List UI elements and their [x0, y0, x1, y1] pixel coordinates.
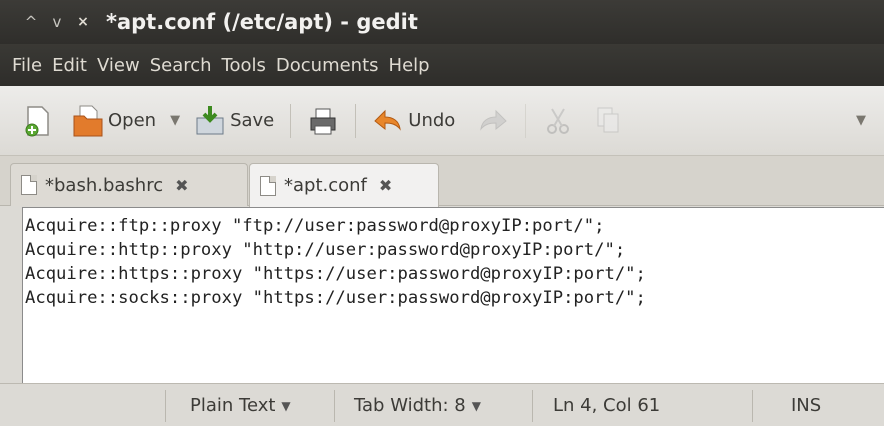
- editor-line[interactable]: Acquire::ftp::proxy "ftp://user:password…: [25, 214, 882, 238]
- tab-strip: *bash.bashrc ✖ *apt.conf ✖: [0, 156, 884, 207]
- tab-apt-conf[interactable]: *apt.conf ✖: [249, 163, 439, 207]
- cut-button[interactable]: [542, 104, 574, 138]
- status-bar: Plain Text ▼ Tab Width: 8 ▼ Ln 4, Col 61…: [0, 383, 884, 426]
- tab-label: *apt.conf: [284, 175, 367, 196]
- language-selector[interactable]: Plain Text ▼: [190, 384, 291, 426]
- title-bar: ^ v × *apt.conf (/etc/apt) - gedit: [0, 0, 884, 44]
- close-button[interactable]: ×: [72, 11, 94, 33]
- status-divider: [334, 390, 335, 422]
- chevron-down-icon: ▼: [281, 398, 291, 413]
- toolbar: Open ▼ Save Undo ▼: [0, 86, 884, 156]
- menu-help[interactable]: Help: [389, 55, 430, 76]
- print-button[interactable]: [307, 104, 339, 138]
- scissors-icon: [547, 107, 570, 134]
- status-divider: [165, 390, 166, 422]
- chevron-down-icon: ▼: [471, 398, 481, 413]
- toolbar-separator: [290, 103, 292, 138]
- save-button[interactable]: Save: [194, 104, 274, 138]
- tab-width-label: Tab Width: 8: [354, 395, 466, 416]
- new-document-icon: [25, 105, 49, 136]
- open-label: Open: [108, 110, 157, 131]
- document-icon: [260, 175, 276, 196]
- menu-view[interactable]: View: [97, 55, 140, 76]
- copy-icon: [597, 107, 619, 132]
- toolbar-separator: [355, 103, 357, 138]
- open-recent-dropdown[interactable]: ▼: [170, 113, 180, 128]
- tab-bash-bashrc[interactable]: *bash.bashrc ✖: [10, 163, 248, 206]
- menu-bar: File Edit View Search Tools Documents He…: [0, 44, 884, 86]
- status-divider: [752, 390, 753, 422]
- editor-line[interactable]: Acquire::https::proxy "https://user:pass…: [25, 262, 882, 286]
- toolbar-overflow-button[interactable]: ▼: [856, 113, 866, 128]
- menu-search[interactable]: Search: [150, 55, 212, 76]
- copy-button[interactable]: [592, 104, 624, 138]
- save-icon: [196, 105, 224, 134]
- menu-edit[interactable]: Edit: [52, 55, 87, 76]
- undo-arrow-icon: [374, 109, 401, 131]
- document-icon: [21, 175, 37, 195]
- redo-button[interactable]: [477, 104, 509, 138]
- window-title: *apt.conf (/etc/apt) - gedit: [106, 10, 418, 34]
- editor-line[interactable]: Acquire::socks::proxy "https://user:pass…: [25, 286, 882, 310]
- language-label: Plain Text: [190, 395, 276, 416]
- tab-width-selector[interactable]: Tab Width: 8 ▼: [354, 384, 481, 426]
- status-divider: [532, 390, 533, 422]
- editor-gutter: [0, 207, 22, 383]
- menu-file[interactable]: File: [12, 55, 42, 76]
- menu-documents[interactable]: Documents: [276, 55, 379, 76]
- menu-tools[interactable]: Tools: [222, 55, 266, 76]
- tab-label: *bash.bashrc: [45, 174, 164, 196]
- print-icon: [310, 108, 336, 134]
- undo-label: Undo: [408, 110, 456, 131]
- tab-close-icon[interactable]: ✖: [379, 176, 392, 195]
- undo-button[interactable]: Undo: [372, 104, 455, 138]
- open-folder-icon: [73, 105, 103, 136]
- insert-mode: INS: [791, 395, 822, 416]
- tab-close-icon[interactable]: ✖: [175, 176, 188, 195]
- redo-arrow-icon: [480, 109, 508, 131]
- maximize-button[interactable]: ^: [20, 11, 42, 33]
- toolbar-separator: [525, 103, 527, 138]
- text-editor[interactable]: Acquire::ftp::proxy "ftp://user:password…: [22, 207, 884, 383]
- cursor-position: Ln 4, Col 61: [553, 395, 661, 416]
- new-button[interactable]: [22, 104, 54, 138]
- editor-line[interactable]: Acquire::http::proxy "http://user:passwo…: [25, 238, 882, 262]
- open-button[interactable]: Open: [72, 104, 156, 138]
- save-label: Save: [230, 110, 275, 131]
- minimize-button[interactable]: v: [46, 11, 68, 33]
